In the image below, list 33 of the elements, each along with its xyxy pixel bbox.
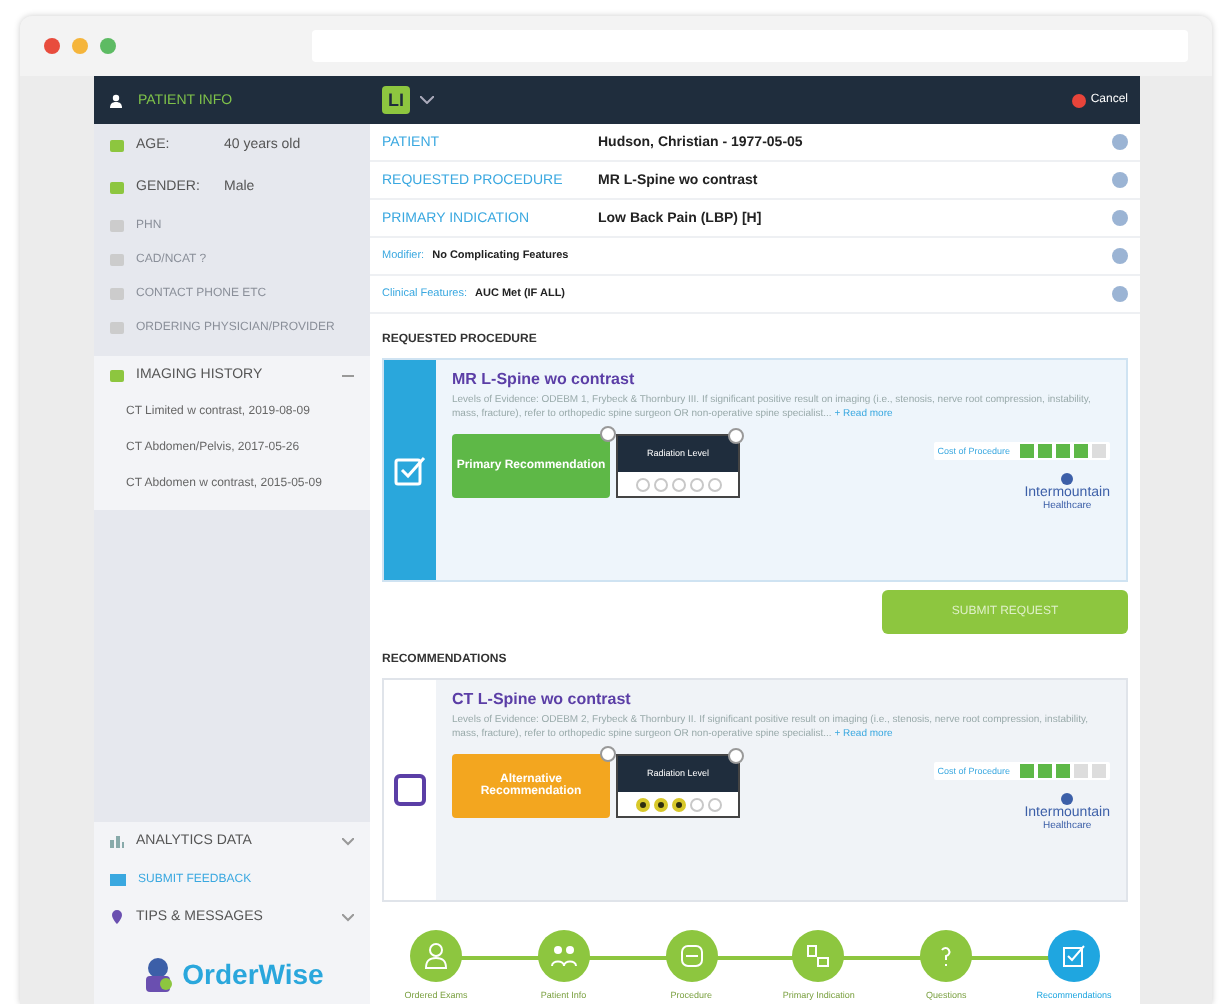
step-icon — [1059, 942, 1088, 970]
info-icon[interactable] — [1112, 210, 1128, 226]
step-icon — [677, 942, 706, 970]
help-icon[interactable] — [728, 748, 744, 764]
provider-logo-icon — [1058, 792, 1077, 806]
history-icon — [110, 369, 124, 381]
collapse-icon — [342, 371, 354, 379]
info-icon[interactable] — [1112, 134, 1128, 150]
procedure-title: CT L-Spine wo contrast — [452, 690, 633, 708]
pin-icon — [110, 910, 124, 924]
field-icon — [110, 321, 124, 333]
logo-mark-icon — [140, 956, 177, 992]
field-icon — [110, 287, 124, 299]
logo-text: OrderWise — [182, 958, 324, 990]
info-icon[interactable] — [1112, 286, 1128, 302]
checkbox[interactable] — [394, 774, 426, 806]
checkbox[interactable] — [394, 454, 426, 486]
info-icon[interactable] — [1112, 172, 1128, 188]
step-icon — [549, 942, 578, 970]
field-icon — [110, 253, 124, 265]
field-icon — [110, 219, 124, 231]
field-icon — [110, 181, 124, 193]
help-icon[interactable] — [728, 428, 744, 444]
info-icon[interactable] — [1112, 248, 1128, 264]
field-icon — [110, 139, 124, 151]
provider-logo-icon — [1058, 472, 1077, 486]
step-icon — [422, 942, 450, 970]
step-icon — [804, 942, 833, 970]
message-icon — [110, 873, 126, 885]
chevron-down-icon — [420, 96, 434, 104]
user-badge[interactable]: LI — [382, 86, 410, 114]
procedure-title: MR L-Spine wo contrast — [452, 370, 637, 388]
bar-chart-icon — [110, 834, 124, 848]
